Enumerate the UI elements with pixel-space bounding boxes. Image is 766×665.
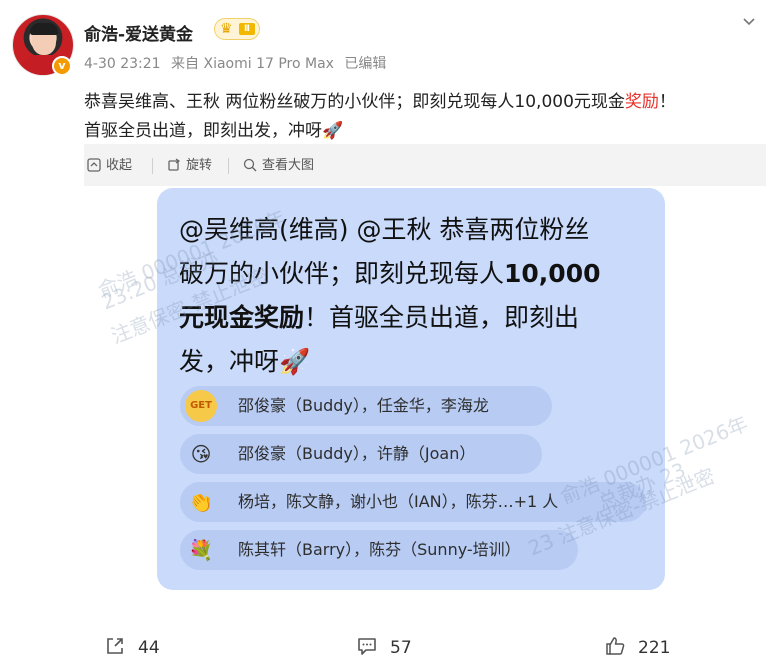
view-large-button[interactable]: 查看大图 [240,154,314,178]
share-icon [104,635,126,657]
reaction-flower[interactable]: 💐 陈其轩（Barry），陈芬（Sunny-培训） [180,530,578,570]
comment-button[interactable]: 57 [356,636,412,660]
reaction-names: 陈其轩（Barry），陈芬（Sunny-培训） [238,540,521,559]
rotate-icon [166,158,182,174]
vip-level: Ⅱ [239,23,255,35]
chat-line: 元现金奖励！首驱全员出道，即刻出 [179,303,580,332]
highlight-link[interactable]: 奖励 [625,92,659,112]
post-image[interactable]: @吴维高(维高) @王秋 恭喜两位粉丝 破万的小伙伴；即刻兑现每人10,000 … [84,186,766,608]
comment-icon [356,635,378,657]
chat-line: 发，冲呀🚀 [179,347,311,376]
collapse-button[interactable]: 收起 [84,154,132,178]
rotate-button[interactable]: 旋转 [164,154,212,178]
chat-line: 破万的小伙伴；即刻兑现每人10,000 [179,259,601,288]
flower-emoji-icon: 💐 [188,538,214,562]
post-text: 恭喜吴维高、王秋 两位粉丝破万的小伙伴；即刻兑现每人10,000元现金奖励！ 首… [84,88,754,146]
post-text-line2: 首驱全员出道，即刻出发，冲呀🚀 [84,121,344,141]
toolbar-divider [152,158,153,174]
post-text-line1: 恭喜吴维高、王秋 两位粉丝破万的小伙伴；即刻兑现每人10,000元现金奖励！ [84,92,676,112]
toolbar-divider [228,158,229,174]
reaction-names: 杨培，陈文静，谢小也（IAN），陈芬…+1 人 [238,492,559,511]
verified-badge-icon: v [52,56,72,76]
clap-emoji-icon: 👏 [188,490,214,514]
vip-badge[interactable]: ♛ Ⅱ [214,18,260,40]
like-button[interactable]: 221 [604,636,670,660]
thumbs-up-icon [604,635,626,657]
reaction-names: 邵俊豪（Buddy），许静（Joan） [238,444,476,463]
post-source: 来自 Xiaomi 17 Pro Max [171,56,334,72]
crown-icon: ♛ [220,21,233,37]
post-meta: 4-30 23:21 来自 Xiaomi 17 Pro Max 已编辑 [84,53,392,73]
author-name[interactable]: 俞浩-爱送黄金 [84,20,193,45]
post-date[interactable]: 4-30 23:21 [84,56,161,72]
reaction-get[interactable]: GET 邵俊豪（Buddy），任金华，李海龙 [180,386,552,426]
post-edited[interactable]: 已编辑 [344,56,386,72]
kiss-emoji-icon: 😘 [190,442,212,466]
post-footer: 44 57 221 [0,626,766,665]
reaction-names: 邵俊豪（Buddy），任金华，李海龙 [238,396,489,415]
reaction-kiss[interactable]: 😘 邵俊豪（Buddy），许静（Joan） [180,434,542,474]
avatar-hair [30,23,58,35]
zoom-icon [242,158,258,174]
chat-line: @吴维高(维高) @王秋 恭喜两位粉丝 [179,215,590,244]
reaction-clap[interactable]: 👏 杨培，陈文静，谢小也（IAN），陈芬…+1 人 [180,482,646,522]
collapse-icon [86,158,102,174]
get-emoji-icon: GET [185,390,217,422]
chat-message: @吴维高(维高) @王秋 恭喜两位粉丝 破万的小伙伴；即刻兑现每人10,000 … [179,208,649,384]
share-button[interactable]: 44 [104,636,160,660]
more-menu-icon[interactable] [740,14,758,32]
